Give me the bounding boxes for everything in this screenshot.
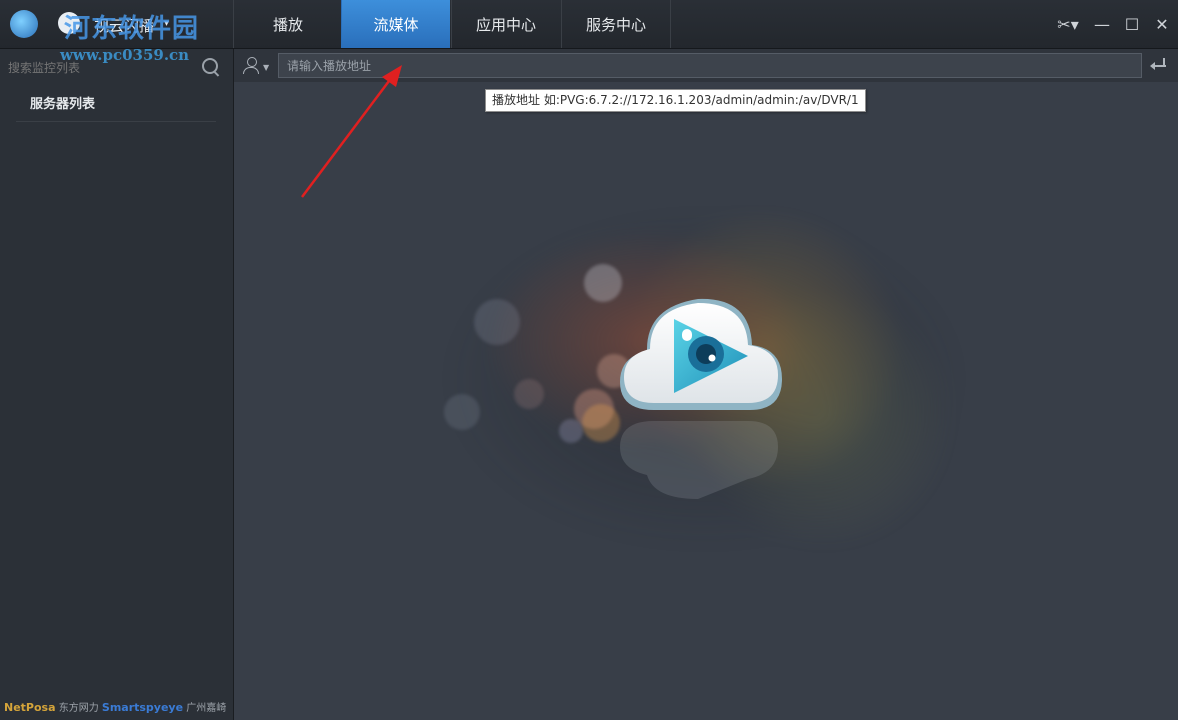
smartspyeye-cn-label: 广州嘉崎 [186,703,227,714]
tab-label: 应用中心 [475,15,536,34]
minimize-icon[interactable]: — [1094,15,1110,34]
user-icon[interactable] [243,57,259,74]
play-url-tooltip: 播放地址 如:PVG:6.7.2://172.16.1.203/admin/ad… [485,89,866,112]
smartspyeye-logo: Smartspyeye [101,701,184,714]
tab-label: 播放 [272,15,303,34]
cloud-play-logo-icon [620,298,782,410]
bokeh-dot [559,419,583,443]
enter-icon[interactable] [1150,58,1166,72]
divider [16,121,216,122]
search-icon[interactable] [202,58,218,74]
user-caret-icon[interactable]: ▼ [263,63,269,72]
title-bar: 视云闪播 ▾ 河东软件园 播放 流媒体 应用中心 服务中心 ✂▾ — ☐ ✕ [0,0,1178,49]
bokeh-dot [474,299,520,345]
brand-footer: NetPosa 东方网力 Smartspyeye 广州嘉崎 [4,699,226,714]
logo-reflection [620,421,778,499]
maximize-icon[interactable]: ☐ [1124,15,1140,34]
netposa-logo: NetPosa [4,701,56,714]
tab-app-center[interactable]: 应用中心 [451,0,560,48]
main-panel: ▼ 播放地址 如:PVG:6.7.2://172.16.1.203/admin/… [234,49,1178,720]
tab-service-center[interactable]: 服务中心 [561,0,671,48]
server-list-label[interactable]: 服务器列表 [30,93,95,112]
watermark-logo-icon [10,10,38,38]
tab-play[interactable]: 播放 [233,0,342,48]
window-controls: ✂▾ — ☐ ✕ [1056,0,1170,48]
skin-icon[interactable]: ✂▾ [1056,15,1080,34]
annotation-arrow [301,65,402,198]
close-icon[interactable]: ✕ [1154,15,1170,34]
sidebar: www.pc0359.cn 服务器列表 NetPosa 东方网力 Smartsp… [0,46,234,720]
tab-label: 服务中心 [585,15,646,34]
app-menu[interactable]: 视云闪播 ▾ 河东软件园 [0,0,233,48]
bokeh-dot [444,394,480,430]
tab-label: 流媒体 [373,15,419,34]
netposa-cn-label: 东方网力 [58,703,99,714]
watermark-text: 河东软件园 [64,14,200,44]
bokeh-dot [514,379,544,409]
tab-streaming-media[interactable]: 流媒体 [341,0,450,48]
watermark-url: www.pc0359.cn [60,46,190,64]
